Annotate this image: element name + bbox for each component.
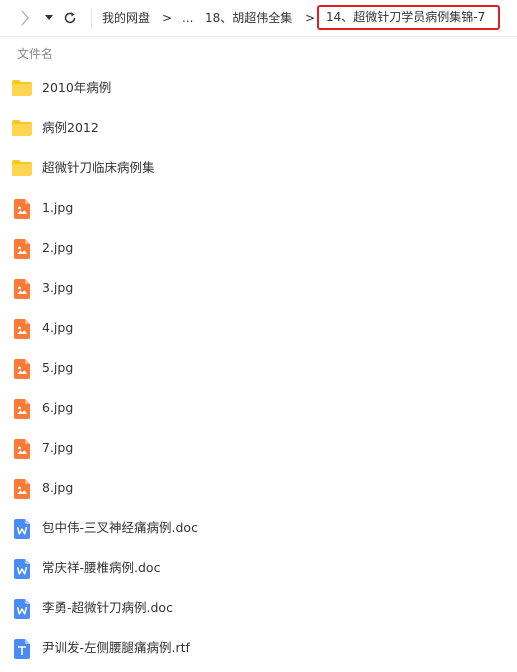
file-list: 2010年病例 病例2012 超微针刀临床病例集 1.jpg 2.jpg 3.j… — [0, 68, 517, 668]
image-file-icon — [14, 279, 36, 299]
file-row[interactable]: 尹训发-左侧腰腿痛病例.rtf — [0, 628, 517, 668]
image-file-icon — [14, 439, 36, 459]
file-name[interactable]: 包中伟-三叉神经痛病例.doc — [42, 508, 198, 548]
file-name[interactable]: 2.jpg — [42, 228, 73, 268]
file-row[interactable]: 李勇-超微针刀病例.doc — [0, 588, 517, 628]
file-row[interactable]: 5.jpg — [0, 348, 517, 388]
file-name[interactable]: 6.jpg — [42, 388, 73, 428]
breadcrumb-parent[interactable]: 18、胡超伟全集 — [205, 0, 292, 36]
image-file-icon — [14, 359, 36, 379]
column-header-name[interactable]: 文件名 — [17, 45, 53, 62]
list-header: 文件名 — [0, 37, 517, 68]
file-name[interactable]: 7.jpg — [42, 428, 73, 468]
file-row[interactable]: 2.jpg — [0, 228, 517, 268]
breadcrumb-separator: > — [305, 11, 316, 25]
file-row[interactable]: 常庆祥-腰椎病例.doc — [0, 548, 517, 588]
refresh-icon[interactable] — [61, 9, 79, 27]
image-file-icon — [14, 319, 36, 339]
file-name[interactable]: 李勇-超微针刀病例.doc — [42, 588, 173, 628]
word-doc-icon — [14, 599, 36, 619]
breadcrumb-separator: > — [162, 11, 173, 25]
folder-icon — [11, 79, 33, 99]
file-row[interactable]: 包中伟-三叉神经痛病例.doc — [0, 508, 517, 548]
chevron-right-icon[interactable] — [18, 9, 32, 27]
file-name[interactable]: 超微针刀临床病例集 — [42, 148, 155, 188]
word-doc-icon — [14, 519, 36, 539]
folder-row[interactable]: 超微针刀临床病例集 — [0, 148, 517, 188]
file-name[interactable]: 2010年病例 — [42, 68, 111, 108]
caret-down-icon[interactable] — [42, 9, 56, 27]
folder-icon — [11, 119, 33, 139]
text-file-icon — [14, 639, 36, 659]
word-doc-icon — [14, 559, 36, 579]
file-name[interactable]: 3.jpg — [42, 268, 73, 308]
folder-icon — [11, 159, 33, 179]
file-name[interactable]: 常庆祥-腰椎病例.doc — [42, 548, 160, 588]
file-name[interactable]: 8.jpg — [42, 468, 73, 508]
file-row[interactable]: 8.jpg — [0, 468, 517, 508]
file-name[interactable]: 尹训发-左侧腰腿痛病例.rtf — [42, 628, 190, 668]
image-file-icon — [14, 199, 36, 219]
file-row[interactable]: 4.jpg — [0, 308, 517, 348]
file-name[interactable]: 4.jpg — [42, 308, 73, 348]
image-file-icon — [14, 399, 36, 419]
breadcrumb-root[interactable]: 我的网盘 — [102, 0, 150, 36]
toolbar-divider — [91, 8, 92, 28]
file-row[interactable]: 3.jpg — [0, 268, 517, 308]
breadcrumb-current[interactable]: 14、超微针刀学员病例集锦-7 — [317, 5, 500, 30]
folder-row[interactable]: 病例2012 — [0, 108, 517, 148]
image-file-icon — [14, 479, 36, 499]
file-name[interactable]: 病例2012 — [42, 108, 99, 148]
file-row[interactable]: 6.jpg — [0, 388, 517, 428]
breadcrumb-ellipsis[interactable]: ... — [182, 0, 193, 36]
file-row[interactable]: 1.jpg — [0, 188, 517, 228]
file-name[interactable]: 1.jpg — [42, 188, 73, 228]
toolbar: 我的网盘 > ... 18、胡超伟全集 > 14、超微针刀学员病例集锦-7 — [0, 0, 517, 37]
folder-row[interactable]: 2010年病例 — [0, 68, 517, 108]
file-name[interactable]: 5.jpg — [42, 348, 73, 388]
file-row[interactable]: 7.jpg — [0, 428, 517, 468]
image-file-icon — [14, 239, 36, 259]
